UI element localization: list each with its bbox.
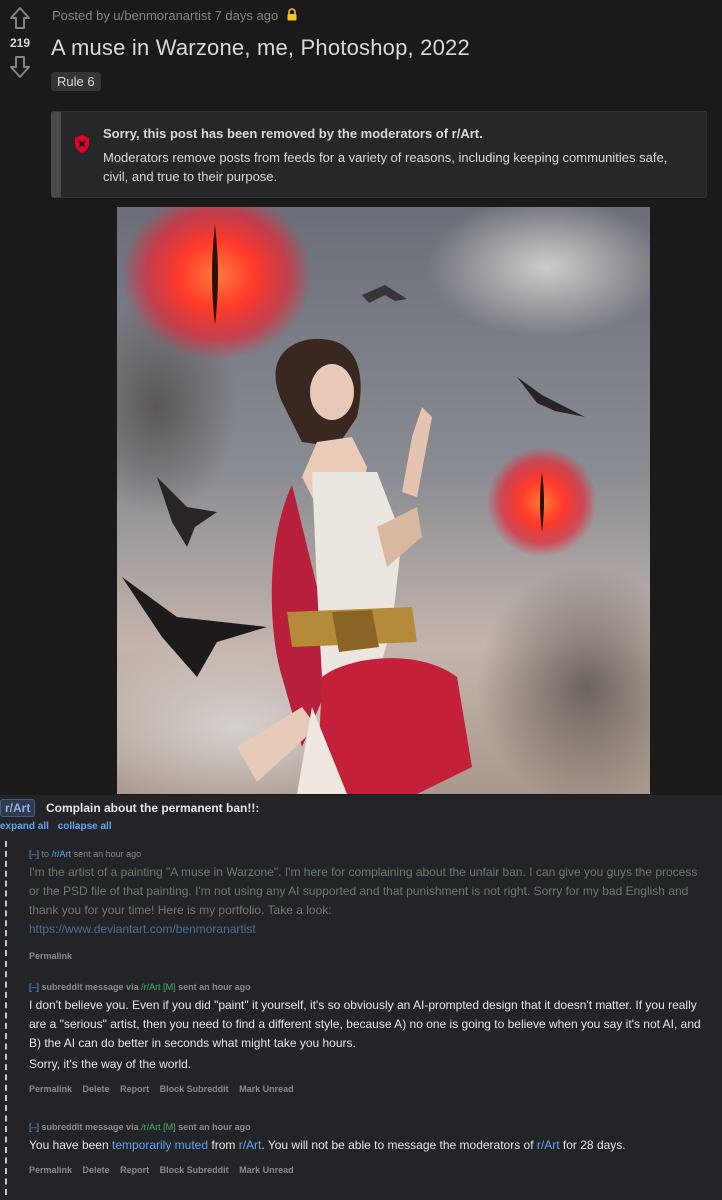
- subreddit-link[interactable]: r/Art: [239, 1138, 262, 1152]
- modmail-subject: Complain about the permanent ban!!:: [46, 801, 260, 815]
- vote-column: 219: [0, 6, 40, 79]
- subreddit-badge[interactable]: r/Art: [0, 799, 36, 817]
- collapse-toggle[interactable]: [–]: [29, 849, 39, 859]
- sender-subreddit-link[interactable]: /r/Art: [141, 982, 161, 992]
- message-1-body: I'm the artist of a painting "A muse in …: [29, 863, 709, 939]
- permalink-button[interactable]: Permalink: [29, 1084, 72, 1094]
- message-3-body: You have been temporarily muted from r/A…: [29, 1138, 626, 1152]
- downvote-icon[interactable]: [9, 55, 31, 79]
- portfolio-link[interactable]: https://www.deviantart.com/benmoranartis…: [29, 920, 709, 939]
- muted-link[interactable]: temporarily muted: [112, 1138, 208, 1152]
- report-button[interactable]: Report: [120, 1084, 149, 1094]
- message-2-header: [–] subreddit message via /r/Art [M] sen…: [29, 982, 251, 992]
- permalink-button[interactable]: Permalink: [29, 1165, 72, 1175]
- delete-button[interactable]: Delete: [83, 1165, 110, 1175]
- block-subreddit-button[interactable]: Block Subreddit: [160, 1165, 229, 1175]
- upvote-icon[interactable]: [9, 6, 31, 30]
- removed-shield-icon: [75, 135, 89, 153]
- removed-post: 219 Posted by u/benmoranartist 7 days ag…: [0, 0, 722, 795]
- mod-tag: [M]: [163, 982, 176, 992]
- post-flair: Rule 6: [51, 72, 101, 91]
- post-author-time[interactable]: Posted by u/benmoranartist 7 days ago: [52, 8, 278, 23]
- message-2-actions: Permalink Delete Report Block Subreddit …: [29, 1084, 709, 1094]
- message-1-actions: Permalink: [29, 951, 709, 961]
- message-3-header: [–] subreddit message via /r/Art [M] sen…: [29, 1122, 251, 1132]
- message-2-body: I don't believe you. Even if you did "pa…: [29, 998, 701, 1071]
- lock-icon: [287, 8, 297, 21]
- permalink-button[interactable]: Permalink: [29, 951, 72, 961]
- recipient-link[interactable]: /r/Art: [52, 849, 72, 859]
- mark-unread-button[interactable]: Mark Unread: [239, 1165, 294, 1175]
- message-3-actions: Permalink Delete Report Block Subreddit …: [29, 1165, 709, 1175]
- mod-tag: [M]: [163, 1122, 176, 1132]
- thread-toggles: expand all collapse all: [0, 821, 118, 832]
- post-image[interactable]: [117, 207, 650, 794]
- message-1: [–] to /r/Art sent an hour ago I'm the a…: [29, 849, 709, 961]
- post-meta: Posted by u/benmoranartist 7 days ago: [52, 8, 298, 23]
- message-1-header: [–] to /r/Art sent an hour ago: [29, 849, 142, 859]
- mark-unread-button[interactable]: Mark Unread: [239, 1084, 294, 1094]
- thread-line-3: [5, 1105, 7, 1195]
- sender-subreddit-link[interactable]: /r/Art: [141, 1122, 161, 1132]
- collapse-all-link[interactable]: collapse all: [58, 821, 112, 832]
- delete-button[interactable]: Delete: [83, 1084, 110, 1094]
- block-subreddit-button[interactable]: Block Subreddit: [160, 1084, 229, 1094]
- post-title[interactable]: A muse in Warzone, me, Photoshop, 2022: [51, 35, 470, 61]
- report-button[interactable]: Report: [120, 1165, 149, 1175]
- message-3: [–] subreddit message via /r/Art [M] sen…: [29, 1122, 709, 1175]
- removed-body: Moderators remove posts from feeds for a…: [103, 150, 668, 184]
- collapse-toggle[interactable]: [–]: [29, 1122, 39, 1132]
- collapse-toggle[interactable]: [–]: [29, 982, 39, 992]
- muse-painting: [117, 207, 650, 794]
- message-2: [–] subreddit message via /r/Art [M] sen…: [29, 982, 709, 1094]
- modmail-thread: r/Art Complain about the permanent ban!!…: [0, 795, 722, 1200]
- removed-title: Sorry, this post has been removed by the…: [103, 126, 483, 141]
- vote-score: 219: [9, 36, 31, 50]
- removed-notice: Sorry, this post has been removed by the…: [51, 111, 707, 198]
- thread-line-2: [5, 961, 7, 1101]
- expand-all-link[interactable]: expand all: [0, 821, 49, 832]
- subreddit-link[interactable]: r/Art: [537, 1138, 560, 1152]
- thread-line-1: [5, 841, 7, 956]
